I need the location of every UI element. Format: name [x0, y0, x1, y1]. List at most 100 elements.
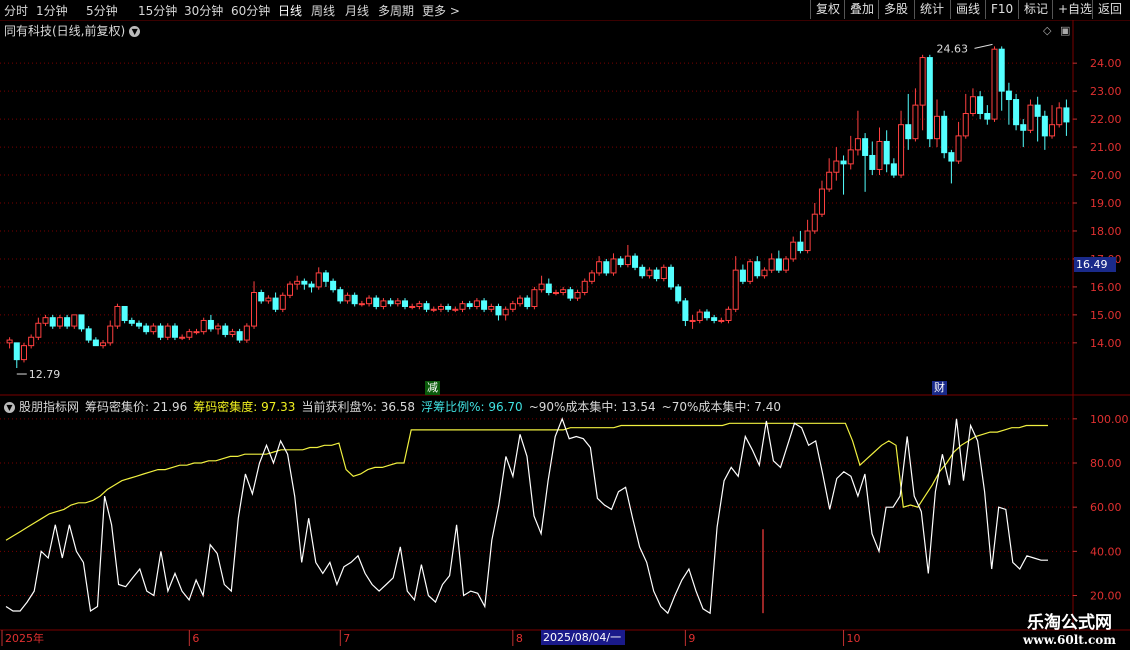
- period-tab-multi[interactable]: 多周期: [378, 2, 414, 19]
- period-tab-daily[interactable]: 日线: [278, 2, 302, 19]
- stock-title-text: 同有科技(日线,前复权): [4, 24, 126, 38]
- period-tab-5min[interactable]: 5分钟: [86, 2, 118, 19]
- btn-huaxian[interactable]: 画线: [950, 0, 985, 19]
- btn-zixuan[interactable]: +自选: [1052, 0, 1097, 19]
- candle-down: [49, 317, 56, 327]
- candle-up: [1049, 124, 1056, 137]
- candle-down: [121, 305, 128, 321]
- candle-down: [545, 283, 552, 294]
- candle-up: [689, 319, 696, 322]
- candle-up: [969, 96, 976, 115]
- candle-up: [876, 140, 883, 170]
- x-tick-label: 10: [847, 632, 861, 645]
- chevron-down-icon[interactable]: ▼: [4, 402, 15, 413]
- btn-fuquan[interactable]: 复权: [810, 0, 845, 19]
- candle-up: [696, 311, 703, 321]
- candle-up: [732, 269, 739, 310]
- candle-down: [675, 286, 682, 302]
- candle-up: [200, 319, 207, 333]
- candle-up: [933, 115, 941, 140]
- candle-down: [984, 113, 991, 120]
- btn-diejia[interactable]: 叠加: [844, 0, 879, 19]
- candle-down: [1041, 115, 1048, 137]
- period-tab-30min[interactable]: 30分钟: [184, 2, 223, 19]
- diamond-icon[interactable]: ◇: [1043, 24, 1051, 37]
- candle-down: [711, 317, 718, 321]
- candle-down: [775, 258, 782, 271]
- stock-title: 同有科技(日线,前复权) ▼: [4, 22, 141, 39]
- candle-down: [423, 303, 430, 310]
- indicator-name: 股朋指标网: [19, 400, 80, 414]
- candle-down: [272, 297, 279, 310]
- candle-up: [186, 331, 193, 338]
- candle-up: [473, 300, 480, 307]
- candle-up: [430, 308, 437, 311]
- indicator-item-4: ~90%成本集中: 13.54: [528, 400, 656, 414]
- marker-jian[interactable]: 减: [425, 381, 440, 395]
- low-label: 12.79: [29, 368, 61, 381]
- candle-up: [854, 138, 861, 151]
- candle-down: [481, 300, 488, 310]
- candle-down: [258, 292, 265, 302]
- high-label: 24.63: [937, 42, 969, 55]
- candle-up: [286, 283, 293, 296]
- period-tab-15min[interactable]: 15分钟: [138, 2, 177, 19]
- candle-down: [1020, 124, 1027, 131]
- candle-down: [754, 261, 761, 277]
- period-tab-more[interactable]: 更多 >: [422, 2, 460, 19]
- candle-up: [1027, 104, 1034, 131]
- candle-up: [833, 160, 840, 173]
- candle-up: [790, 241, 797, 260]
- period-tab-monthly[interactable]: 月线: [345, 2, 369, 19]
- candle-up: [279, 294, 286, 310]
- x-tick-label: 7: [343, 632, 350, 645]
- period-tab-1min[interactable]: 1分钟: [36, 2, 68, 19]
- candle-down: [890, 163, 897, 176]
- window-icon[interactable]: ▣: [1060, 24, 1070, 37]
- marker-cai[interactable]: 财: [932, 381, 947, 395]
- period-tab-60min[interactable]: 60分钟: [231, 2, 270, 19]
- indicator-tick-label: 40.00: [1090, 545, 1122, 558]
- kline-chart: 14.0015.0016.0017.0018.0019.0020.0021.00…: [0, 20, 1130, 646]
- candle-up: [215, 325, 222, 330]
- candle-up: [380, 300, 387, 307]
- price-tick-label: 23.00: [1090, 85, 1122, 98]
- candle-down: [85, 328, 92, 341]
- btn-duogu[interactable]: 多股: [878, 0, 913, 19]
- watermark-url: www.60lt.com: [1023, 633, 1116, 647]
- toolbar: 分时 1分钟 5分钟 15分钟 30分钟 60分钟 日线 周线 月线 多周期 更…: [0, 0, 1130, 21]
- candle-down: [143, 325, 150, 333]
- candle-up: [366, 297, 373, 305]
- btn-f10[interactable]: F10: [985, 0, 1018, 19]
- period-tab-weekly[interactable]: 周线: [311, 2, 335, 19]
- candle-down: [869, 154, 876, 170]
- candle-up: [164, 325, 171, 338]
- chevron-down-icon[interactable]: ▼: [129, 26, 141, 37]
- x-tick-label: 8: [516, 632, 523, 645]
- period-tab-fenshi[interactable]: 分时: [4, 2, 28, 19]
- candle-up: [6, 339, 13, 344]
- candle-up: [847, 149, 854, 165]
- indicator-item-3: 浮筹比例%: 96.70: [421, 400, 523, 414]
- indicator-series-0: [5, 422, 1048, 541]
- candle-up: [114, 305, 121, 327]
- btn-tongji[interactable]: 统计: [914, 0, 949, 19]
- candle-up: [783, 258, 790, 271]
- btn-fanhui[interactable]: 返回: [1092, 0, 1127, 19]
- candle-down: [524, 297, 531, 307]
- candle-up: [624, 255, 631, 266]
- price-tick-label: 20.00: [1090, 169, 1122, 182]
- candle-up: [581, 280, 588, 294]
- candle-up: [552, 292, 559, 295]
- candle-up: [610, 258, 617, 274]
- indicator-tick-label: 20.00: [1090, 590, 1122, 603]
- price-tick-label: 16.00: [1090, 281, 1122, 294]
- candle-up: [962, 113, 969, 137]
- price-tick-label: 22.00: [1090, 113, 1122, 126]
- candle-up: [761, 269, 768, 277]
- candle-up: [811, 213, 818, 232]
- candle-down: [797, 241, 804, 252]
- candle-up: [265, 297, 272, 302]
- candle-up: [574, 292, 581, 299]
- btn-biaoji[interactable]: 标记: [1018, 0, 1053, 19]
